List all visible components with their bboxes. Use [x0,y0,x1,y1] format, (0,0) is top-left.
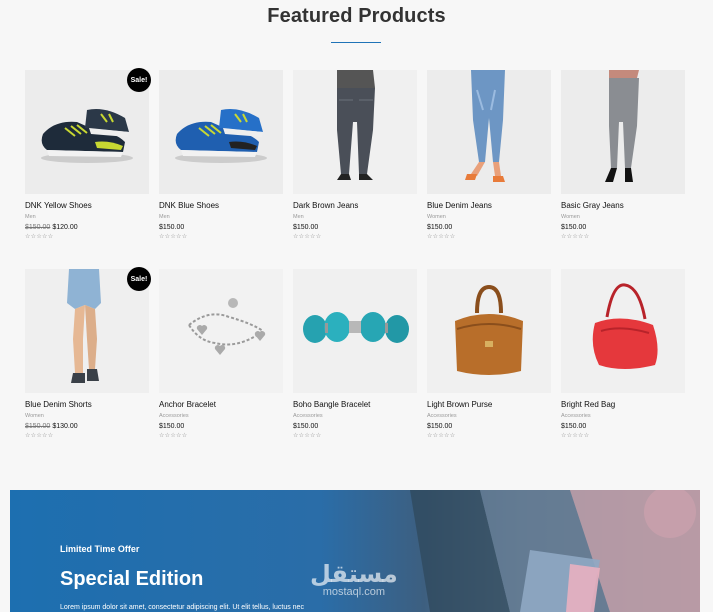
sneaker-blue-icon [175,109,267,163]
product-row: Sale! Blue Denim Shorts Women $150.00 $13… [25,267,685,440]
sale-badge: Sale! [127,68,151,92]
product-price: $150.00 [427,423,453,430]
dark-jeans-icon [293,70,417,194]
product-image[interactable] [159,269,283,393]
product-card[interactable]: Dark Brown Jeans Men $150.00 ☆☆☆☆☆ [293,70,417,241]
turquoise-bracelet-icon [293,269,417,393]
old-price: $150.00 [25,224,51,231]
product-card[interactable]: Light Brown Purse Accessories $150.00 ☆☆… [427,269,551,440]
rating-stars: ☆☆☆☆☆ [25,433,54,439]
product-name[interactable]: DNK Yellow Shoes [25,201,149,211]
banner-title: Special Edition [60,568,204,590]
product-name[interactable]: Anchor Bracelet [159,400,283,410]
product-grid: Sale! DNK Yellow Shoes Men $150.00 $120.0… [25,68,685,468]
rating-stars: ☆☆☆☆☆ [293,234,322,240]
product-category[interactable]: Accessories [427,413,551,420]
product-row: Sale! DNK Yellow Shoes Men $150.00 $120.0… [25,68,685,241]
product-card[interactable]: DNK Blue Shoes Men $150.00 ☆☆☆☆☆ [159,70,283,241]
product-price: $150.00 [159,224,185,231]
product-name[interactable]: Blue Denim Shorts [25,400,149,410]
old-price: $150.00 [25,423,51,430]
banner-text: Lorem ipsum dolor sit amet, consectetur … [60,604,304,611]
red-bag-icon [561,269,685,393]
product-category[interactable]: Women [25,413,149,420]
product-price: $150.00 [293,423,319,430]
silver-bracelet-icon [159,269,283,393]
product-price: $150.00 $120.00 [25,223,149,232]
product-card[interactable]: Basic Gray Jeans Women $150.00 ☆☆☆☆☆ [561,70,685,241]
rating-stars: ☆☆☆☆☆ [25,234,54,240]
product-name[interactable]: Basic Gray Jeans [561,201,685,211]
product-image[interactable] [427,269,551,393]
product-name[interactable]: Dark Brown Jeans [293,201,417,211]
sale-price: $130.00 [52,423,78,430]
blue-jeans-icon [427,70,551,194]
featured-products-title: Featured Products [267,5,446,27]
rating-stars: ☆☆☆☆☆ [159,234,188,240]
product-image[interactable] [427,70,551,194]
product-category[interactable]: Accessories [159,413,283,420]
product-name[interactable]: Boho Bangle Bracelet [293,400,417,410]
product-category[interactable]: Women [427,214,551,221]
product-card[interactable]: Blue Denim Jeans Women $150.00 ☆☆☆☆☆ [427,70,551,241]
brown-purse-icon [427,269,551,393]
title-underline [331,42,381,43]
product-card[interactable]: Bright Red Bag Accessories $150.00 ☆☆☆☆☆ [561,269,685,440]
special-edition-banner[interactable]: Limited Time Offer Special Edition Lorem… [10,490,700,612]
product-category[interactable]: Men [25,214,149,221]
product-name[interactable]: Bright Red Bag [561,400,685,410]
rating-stars: ☆☆☆☆☆ [561,433,590,439]
product-image[interactable] [293,70,417,194]
product-price: $150.00 [561,423,587,430]
product-category[interactable]: Men [159,214,283,221]
product-category[interactable]: Women [561,214,685,221]
product-name[interactable]: Light Brown Purse [427,400,551,410]
product-card[interactable]: Sale! Blue Denim Shorts Women $150.00 $13… [25,267,151,440]
watermark-latin: mostaql.com [322,586,386,598]
rating-stars: ☆☆☆☆☆ [293,433,322,439]
rating-stars: ☆☆☆☆☆ [427,433,456,439]
rating-stars: ☆☆☆☆☆ [427,234,456,240]
rating-stars: ☆☆☆☆☆ [561,234,590,240]
gray-jeans-icon [561,70,685,194]
product-category[interactable]: Men [293,214,417,221]
rating-stars: ☆☆☆☆☆ [159,433,188,439]
product-image[interactable] [159,70,283,194]
product-card[interactable]: Boho Bangle Bracelet Accessories $150.00… [293,269,417,440]
banner-eyebrow: Limited Time Offer [60,544,140,554]
product-card[interactable]: Sale! DNK Yellow Shoes Men $150.00 $120.0… [25,68,151,241]
watermark-arabic: مستقل [310,560,398,588]
product-image[interactable] [293,269,417,393]
product-category[interactable]: Accessories [293,413,417,420]
sale-badge: Sale! [127,267,151,291]
product-image[interactable] [561,70,685,194]
product-image[interactable] [561,269,685,393]
product-price: $150.00 [427,224,453,231]
product-card[interactable]: Anchor Bracelet Accessories $150.00 ☆☆☆☆… [159,269,283,440]
sale-price: $120.00 [52,224,78,231]
product-price: $150.00 $130.00 [25,422,149,431]
product-name[interactable]: Blue Denim Jeans [427,201,551,211]
product-category[interactable]: Accessories [561,413,685,420]
product-price: $150.00 [561,224,587,231]
watermark: مستقل mostaql.com [310,560,398,598]
product-name[interactable]: DNK Blue Shoes [159,201,283,211]
product-price: $150.00 [293,224,319,231]
product-price: $150.00 [159,423,185,430]
